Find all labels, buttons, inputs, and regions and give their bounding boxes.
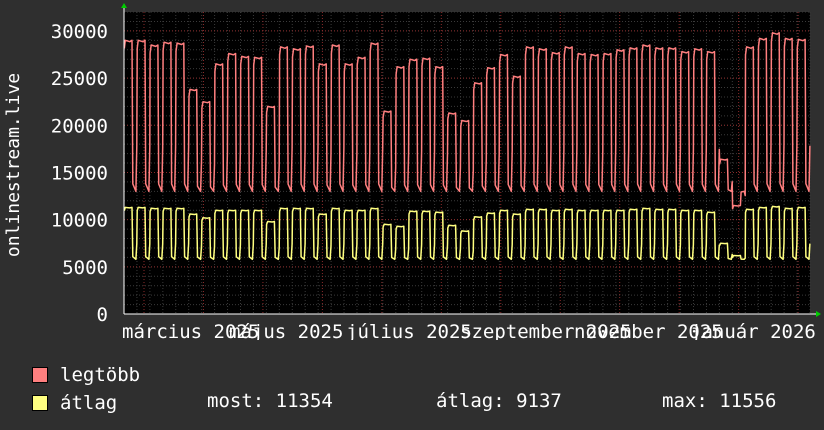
y-tick-label: 10000 — [51, 210, 108, 232]
legend-swatch-atlag — [32, 395, 48, 411]
y-axis-arrow — [121, 3, 127, 8]
y-tick-label: 0 — [97, 304, 108, 326]
legend-item-legtobb: legtöbb — [32, 364, 140, 386]
x-tick-label: július 2025 — [346, 321, 472, 340]
y-axis-label: onlinestream.live — [3, 73, 24, 257]
chart: 050001000015000200002500030000március 20… — [3, 3, 821, 340]
y-tick-label: 5000 — [62, 257, 108, 279]
y-tick-label: 25000 — [51, 68, 108, 90]
x-tick-label: január 2026 — [690, 321, 816, 340]
x-axis-arrow — [816, 311, 821, 317]
stat-atlag: átlag: 9137 — [436, 390, 562, 412]
y-tick-label: 30000 — [51, 21, 108, 43]
stat-max: max: 11556 — [662, 390, 777, 412]
legend-item-atlag: átlag — [32, 392, 117, 414]
legend-label-atlag: átlag — [60, 392, 118, 414]
y-tick-label: 20000 — [51, 115, 108, 137]
stat-most: most: 11354 — [207, 390, 333, 412]
legend-swatch-legtobb — [32, 367, 48, 383]
y-tick-label: 15000 — [51, 162, 108, 184]
legend-label-legtobb: legtöbb — [60, 364, 141, 386]
x-tick-label: május 2025 — [229, 321, 343, 340]
